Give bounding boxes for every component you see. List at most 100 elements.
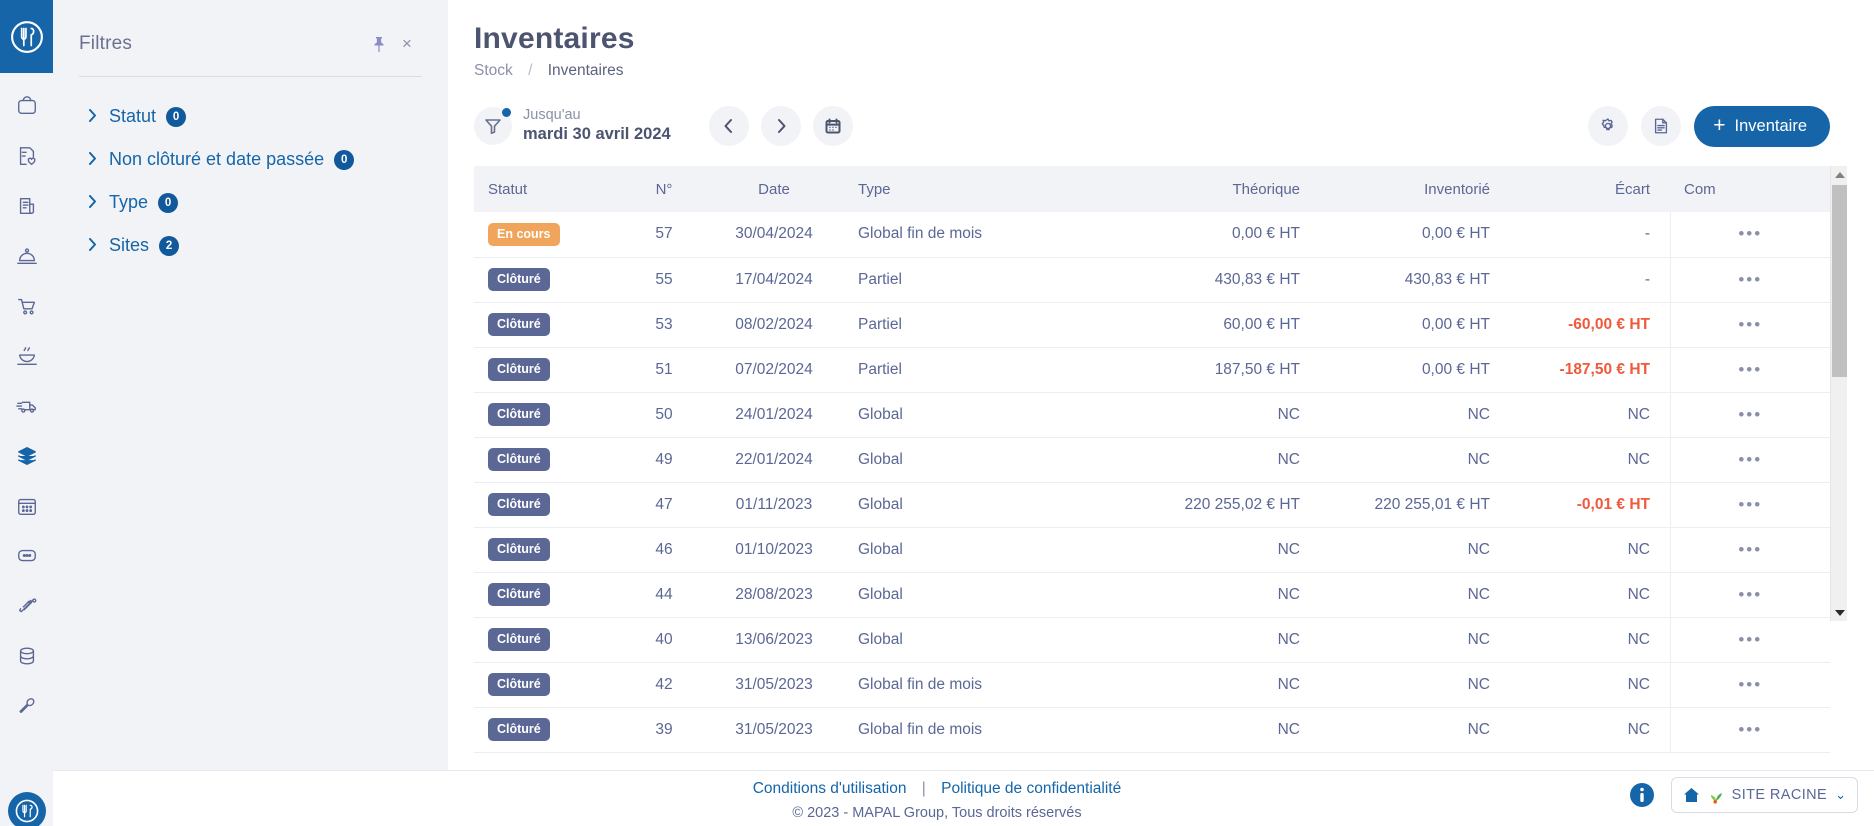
cell-ecart: NC (1504, 662, 1664, 708)
table-scrollbar[interactable] (1830, 166, 1847, 621)
export-document-icon[interactable] (1641, 106, 1682, 146)
cloche-icon[interactable] (0, 231, 53, 281)
shopping-cart-icon[interactable] (0, 281, 53, 331)
table-row[interactable]: Clôturé 46 01/10/2023 Global NC NC NC ••• (474, 527, 1830, 573)
row-menu-button[interactable]: ••• (1669, 707, 1830, 753)
row-menu-button[interactable]: ••• (1669, 302, 1830, 348)
toolbar: Jusqu'au mardi 30 avril 2024 + Inventair… (474, 102, 1830, 150)
row-menu-button[interactable]: ••• (1669, 392, 1830, 438)
col-type[interactable]: Type (844, 166, 1114, 212)
row-menu-button[interactable]: ••• (1669, 527, 1830, 573)
basket-icon[interactable] (0, 81, 53, 131)
chevron-right-icon (89, 151, 99, 168)
status-badge: Clôturé (488, 448, 550, 471)
chevron-right-icon (777, 119, 786, 133)
fish-bone-icon[interactable] (0, 581, 53, 631)
cell-type: Global fin de mois (844, 662, 1114, 708)
filter-label: Type (109, 192, 149, 212)
wrench-icon[interactable] (0, 681, 53, 731)
site-selector[interactable]: SITE RACINE ⌄ (1670, 777, 1858, 813)
cell-statut: Clôturé (474, 617, 624, 663)
row-menu-button[interactable]: ••• (1669, 482, 1830, 528)
col-theorique[interactable]: Théorique (1114, 166, 1314, 212)
database-icon[interactable] (0, 631, 53, 681)
stock-layers-icon[interactable] (0, 431, 53, 481)
table-row[interactable]: Clôturé 51 07/02/2024 Partiel 187,50 € HT 0,0… (474, 347, 1830, 393)
cell-numero: 47 (624, 482, 704, 528)
cell-inventorie: 0,00 € HT (1314, 347, 1504, 393)
row-menu-button[interactable]: ••• (1669, 662, 1830, 708)
close-icon[interactable]: × (392, 31, 422, 57)
prev-button[interactable] (708, 106, 749, 146)
breadcrumb-root[interactable]: Stock (474, 62, 513, 79)
table-row[interactable]: Clôturé 55 17/04/2024 Partiel 430,83 € HT 430… (474, 257, 1830, 303)
cell-numero: 55 (624, 257, 704, 303)
col-inventorie[interactable]: Inventorié (1314, 166, 1504, 212)
cooking-pot-icon[interactable] (0, 331, 53, 381)
filter-group-sites[interactable]: Sites 2 (79, 224, 422, 267)
filter-group-statut[interactable]: Statut 0 (79, 95, 422, 138)
funnel-icon[interactable] (474, 107, 512, 145)
filter-count-badge: 0 (166, 106, 187, 127)
table-header: Statut N° Date Type Théorique Inventorié… (474, 166, 1830, 212)
chevron-right-icon (89, 237, 99, 254)
row-menu-button[interactable]: ••• (1669, 212, 1830, 258)
main-content: Inventaires Stock / Inventaires Jusqu'au… (448, 0, 1874, 826)
scrollbar-thumb[interactable] (1832, 185, 1847, 377)
gear-icon[interactable] (1588, 106, 1629, 146)
date-filter-chip[interactable]: Jusqu'au mardi 30 avril 2024 (474, 106, 671, 146)
delivery-truck-icon[interactable] (0, 381, 53, 431)
chat-bubble-icon[interactable] (0, 531, 53, 581)
row-menu-button[interactable]: ••• (1669, 572, 1830, 618)
add-inventaire-button[interactable]: + Inventaire (1694, 105, 1830, 147)
scroll-up-arrow[interactable] (1831, 166, 1848, 183)
cell-date: 31/05/2023 (704, 662, 844, 708)
filters-panel: Filtres × Statut 0 Non clôturé et date p… (53, 0, 448, 826)
table-row[interactable]: Clôturé 47 01/11/2023 Global 220 255,02 € HT… (474, 482, 1830, 528)
cell-type: Global (844, 617, 1114, 663)
col-com[interactable]: Com (1670, 166, 1830, 212)
breadcrumb: Stock / Inventaires (474, 62, 1830, 80)
info-icon[interactable] (1629, 782, 1655, 808)
document-icon[interactable] (0, 181, 53, 231)
row-menu-button[interactable]: ••• (1669, 257, 1830, 303)
cell-ecart: NC (1504, 707, 1664, 753)
calendar-grid-icon[interactable] (0, 481, 53, 531)
date-filter-text: Jusqu'au mardi 30 avril 2024 (523, 106, 671, 146)
filter-group-non-cloture-date-passee[interactable]: Non clôturé et date passée 0 (79, 138, 422, 181)
table-row[interactable]: Clôturé 44 28/08/2023 Global NC NC NC ••• (474, 572, 1830, 618)
mapal-logo[interactable] (0, 0, 53, 73)
checklist-heart-icon[interactable] (0, 131, 53, 181)
col-statut[interactable]: Statut (474, 166, 624, 212)
col-ecart[interactable]: Écart (1504, 166, 1664, 212)
footer-link-separator: | (921, 780, 926, 797)
table-row[interactable]: Clôturé 42 31/05/2023 Global fin de mois NC N… (474, 662, 1830, 708)
mapal-logo-bottom[interactable] (0, 788, 53, 826)
row-menu-button[interactable]: ••• (1669, 617, 1830, 663)
cell-numero: 57 (624, 212, 704, 258)
filter-group-type[interactable]: Type 0 (79, 181, 422, 224)
table-row[interactable]: Clôturé 49 22/01/2024 Global NC NC NC ••• (474, 437, 1830, 483)
next-button[interactable] (760, 106, 801, 146)
scroll-down-arrow[interactable] (1831, 604, 1848, 621)
cell-statut: Clôturé (474, 482, 624, 528)
pin-icon[interactable] (366, 31, 392, 57)
table-row[interactable]: Clôturé 53 08/02/2024 Partiel 60,00 € HT 0,00… (474, 302, 1830, 348)
terms-link[interactable]: Conditions d'utilisation (753, 780, 907, 797)
cell-theorique: NC (1114, 572, 1314, 618)
table-row[interactable]: Clôturé 50 24/01/2024 Global NC NC NC ••• (474, 392, 1830, 438)
cell-theorique: NC (1114, 437, 1314, 483)
status-badge: Clôturé (488, 313, 550, 336)
row-menu-button[interactable]: ••• (1669, 347, 1830, 393)
calendar-button[interactable] (812, 106, 853, 146)
cell-type: Global (844, 437, 1114, 483)
col-date[interactable]: Date (704, 166, 844, 212)
cell-date: 13/06/2023 (704, 617, 844, 663)
table-row[interactable]: Clôturé 40 13/06/2023 Global NC NC NC ••• (474, 617, 1830, 663)
status-badge: Clôturé (488, 493, 550, 516)
privacy-link[interactable]: Politique de confidentialité (941, 780, 1121, 797)
table-row[interactable]: En cours 57 30/04/2024 Global fin de mois 0,… (474, 212, 1830, 258)
col-numero[interactable]: N° (624, 166, 704, 212)
table-row[interactable]: Clôturé 39 31/05/2023 Global fin de mois NC N… (474, 707, 1830, 753)
row-menu-button[interactable]: ••• (1669, 437, 1830, 483)
